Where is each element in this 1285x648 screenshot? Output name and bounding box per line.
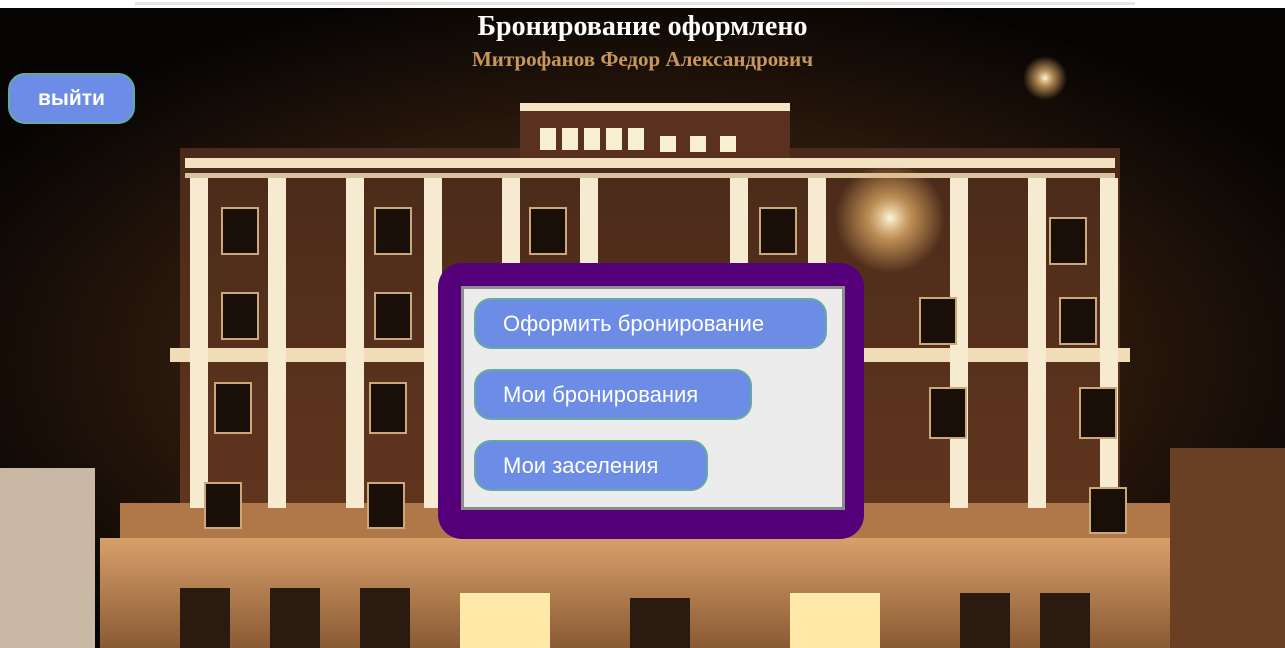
create-booking-button[interactable]: Оформить бронирование	[474, 298, 827, 349]
menu-panel: Оформить бронирование Мои бронирования М…	[438, 263, 864, 539]
user-name: Митрофанов Федор Александрович	[471, 47, 814, 71]
my-checkins-button[interactable]: Мои заселения	[474, 440, 708, 491]
my-bookings-button[interactable]: Мои бронирования	[474, 369, 752, 420]
top-strip	[0, 0, 1285, 8]
menu-inner-box: Оформить бронирование Мои бронирования М…	[461, 286, 845, 510]
logout-button[interactable]: выйти	[8, 73, 135, 124]
page: Бронирование оформлено Митрофанов Федор …	[0, 0, 1285, 648]
page-title: Бронирование оформлено	[477, 11, 808, 42]
